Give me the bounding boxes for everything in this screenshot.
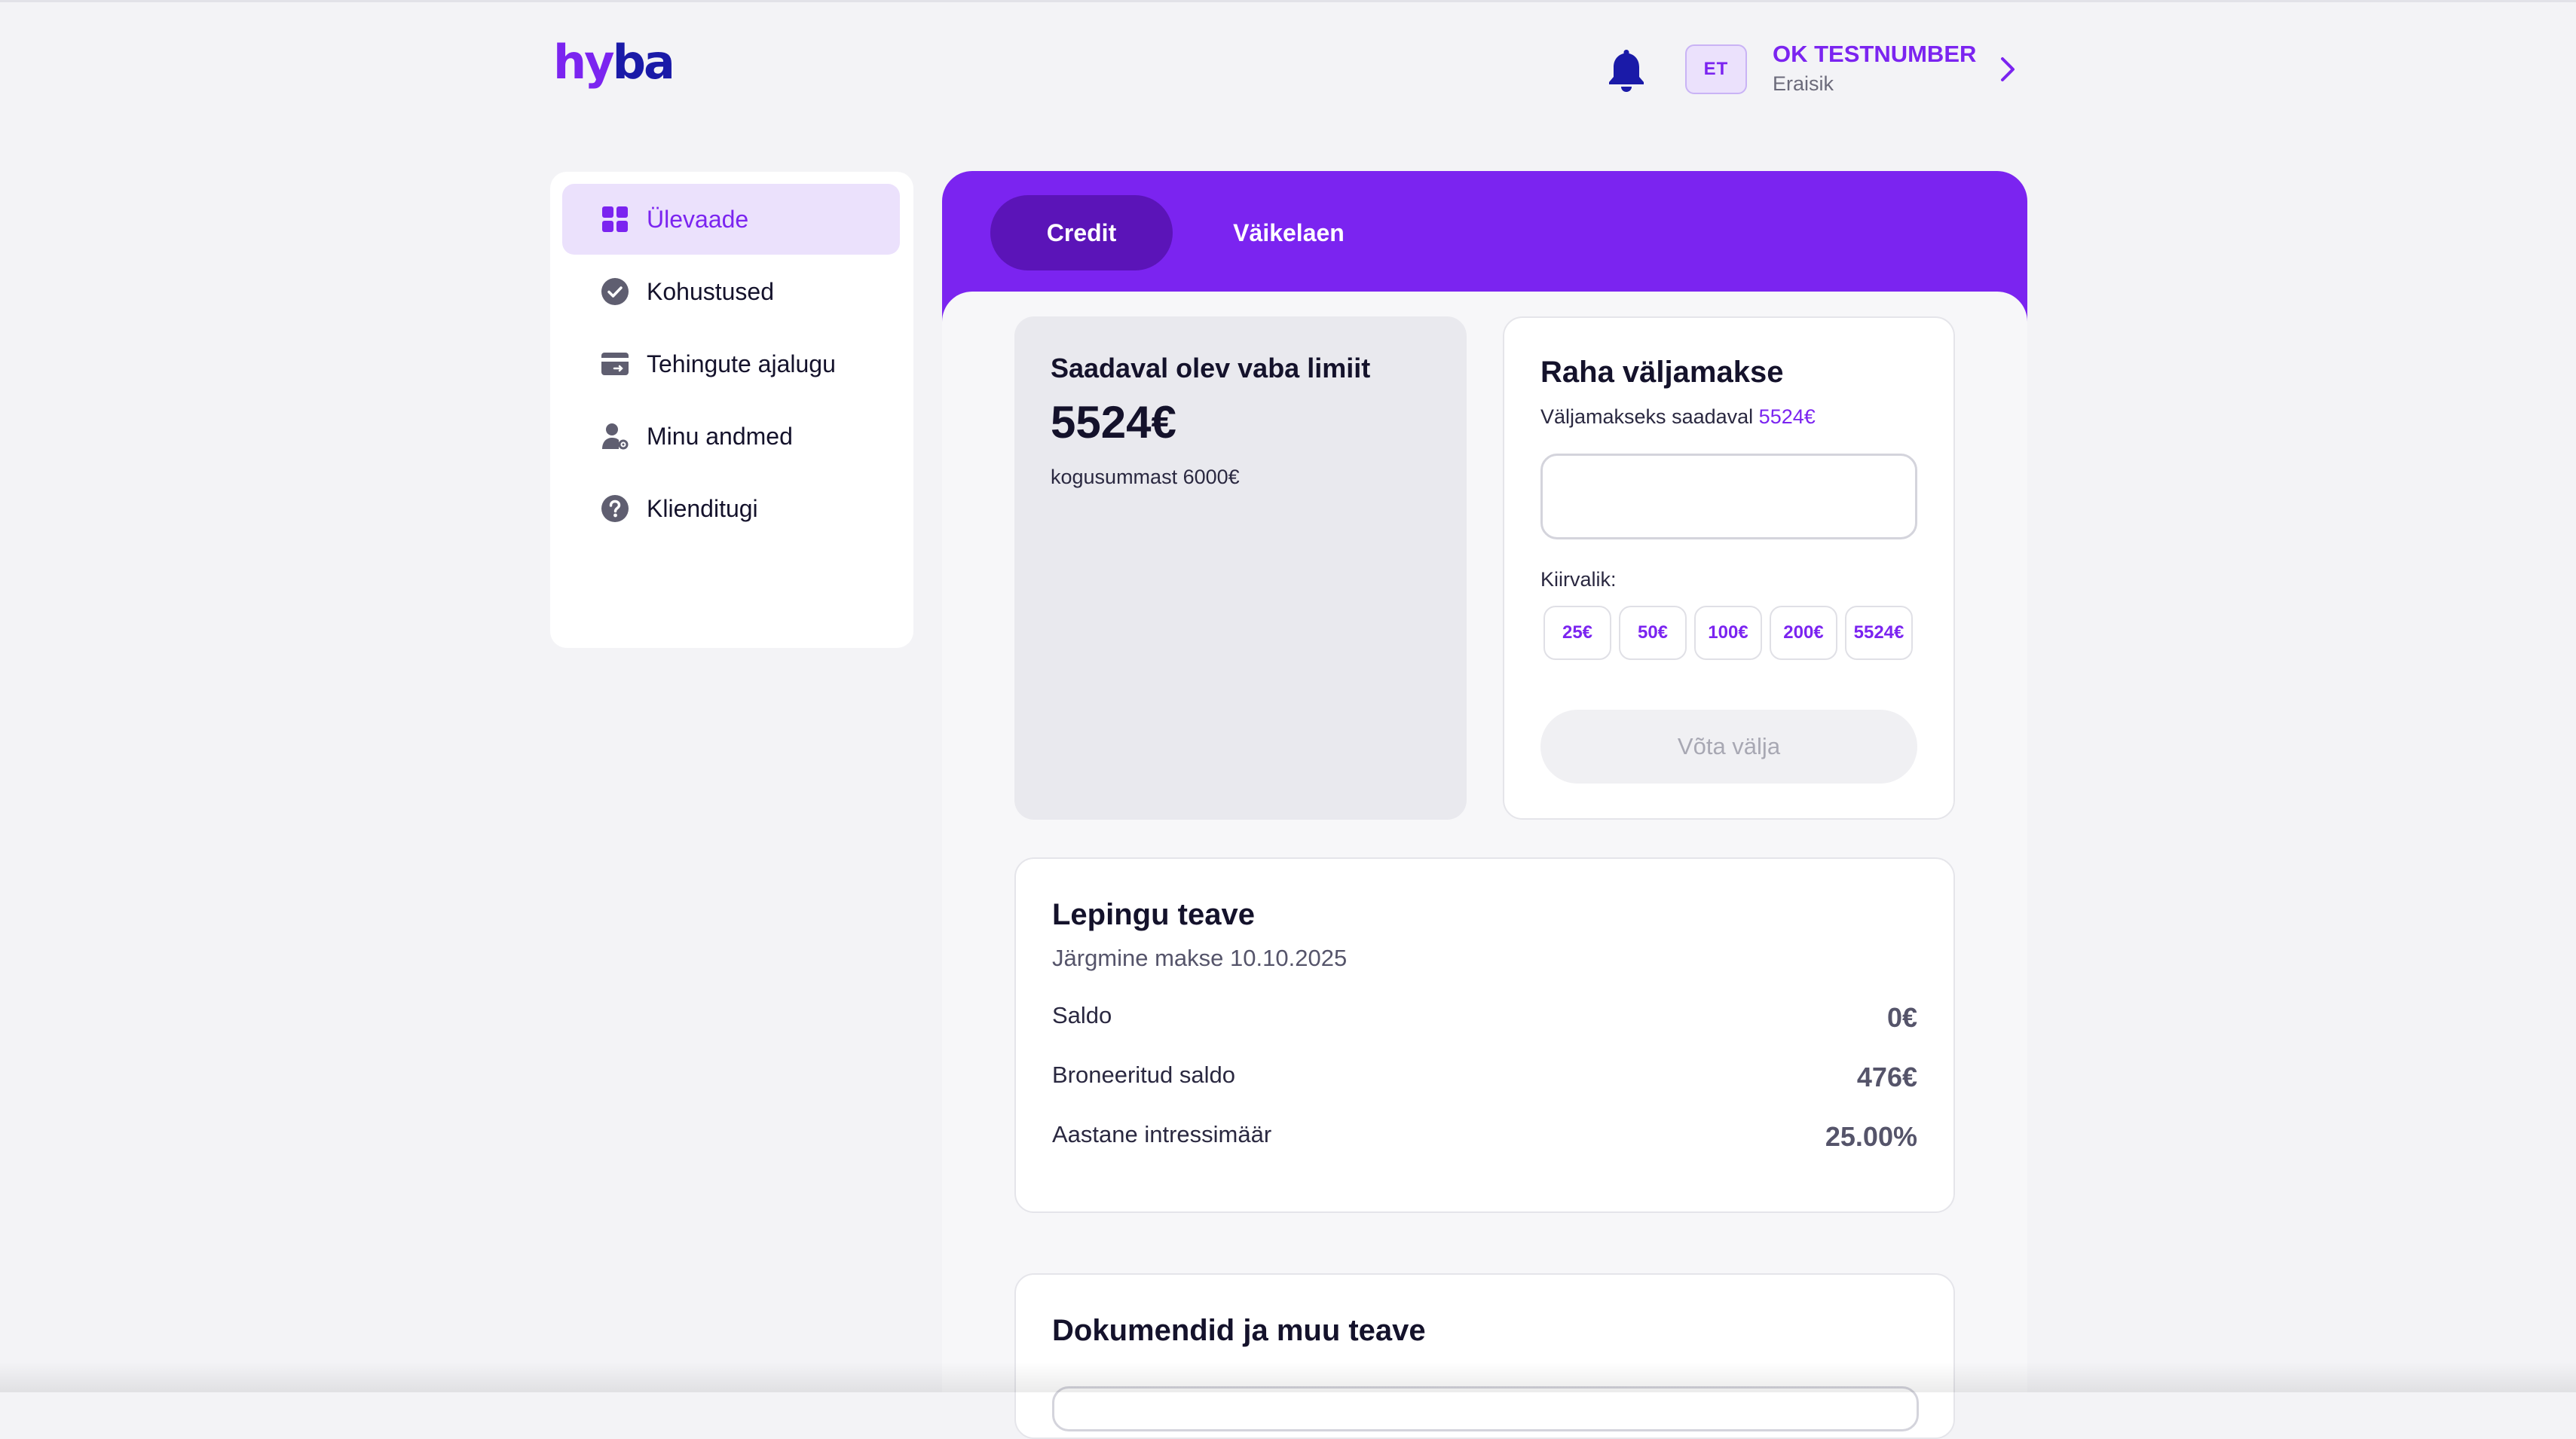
- quick-amount-button[interactable]: 25€: [1543, 606, 1611, 660]
- documents-title: Dokumendid ja muu teave: [1052, 1314, 1426, 1347]
- available-limit-card: Saadaval olev vaba limiit 5524€ kogusumm…: [1014, 316, 1467, 820]
- payout-available: Väljamakseks saadaval 5524€: [1540, 405, 1816, 429]
- sidebar-item-support[interactable]: Klienditugi: [562, 473, 900, 544]
- annual-interest-value: 25.00%: [1825, 1121, 1917, 1152]
- contract-info-card: Lepingu teave Järgmine makse 10.10.2025 …: [1014, 857, 1955, 1213]
- user-name[interactable]: OK TESTNUMBER: [1773, 41, 1976, 68]
- payout-amount-input[interactable]: [1540, 454, 1917, 539]
- quick-amount-button[interactable]: 100€: [1694, 606, 1762, 660]
- user-type: Eraisik: [1773, 72, 1834, 95]
- quick-select-label: Kiirvalik:: [1540, 568, 1617, 591]
- payout-card: Raha väljamakse Väljamakseks saadaval 55…: [1503, 316, 1955, 820]
- quick-amount-button[interactable]: 50€: [1619, 606, 1687, 660]
- sidebar-item-label: Tehingute ajalugu: [647, 350, 836, 377]
- sidebar-item-my-data[interactable]: Minu andmed: [562, 401, 900, 472]
- quick-amount-button[interactable]: 200€: [1770, 606, 1837, 660]
- svg-text:hyba: hyba: [553, 39, 673, 90]
- window-top-border: [0, 0, 2576, 2]
- payout-title: Raha väljamakse: [1540, 356, 1784, 389]
- language-selector[interactable]: ET: [1685, 44, 1747, 94]
- sidebar-item-transactions[interactable]: Tehingute ajalugu: [562, 328, 900, 399]
- user-gear-icon: [600, 421, 630, 451]
- balance-label: Saldo: [1052, 1002, 1112, 1028]
- dashboard-grid-icon: [600, 204, 630, 234]
- sidebar-item-label: Minu andmed: [647, 422, 793, 450]
- sidebar-item-label: Ülevaade: [647, 205, 749, 233]
- next-payment-date: Järgmine makse 10.10.2025: [1052, 945, 1348, 971]
- documents-item[interactable]: [1052, 1386, 1919, 1431]
- payout-available-amount: 5524€: [1758, 405, 1816, 428]
- sidebar-item-overview[interactable]: Ülevaade: [562, 184, 900, 255]
- balance-value: 0€: [1886, 1002, 1917, 1033]
- contract-title: Lepingu teave: [1052, 898, 1255, 931]
- quick-amount-button[interactable]: 5524€: [1845, 606, 1913, 660]
- bell-icon[interactable]: [1605, 47, 1647, 93]
- card-icon: [600, 349, 630, 379]
- hyba-logo[interactable]: hyba: [553, 39, 704, 92]
- limit-amount: 5524€: [1051, 397, 1176, 448]
- payout-available-label: Väljamakseks saadaval: [1540, 405, 1754, 428]
- check-circle-icon: [600, 276, 630, 307]
- limit-title: Saadaval olev vaba limiit: [1051, 353, 1371, 383]
- chevron-right-icon[interactable]: [1997, 54, 2018, 84]
- reserved-balance-value: 476€: [1856, 1062, 1917, 1092]
- help-circle-icon: [600, 493, 630, 524]
- annual-interest-label: Aastane intressimäär: [1052, 1121, 1272, 1147]
- sidebar-item-label: Klienditugi: [647, 494, 758, 522]
- sidebar-item-label: Kohustused: [647, 277, 775, 305]
- reserved-balance-label: Broneeritud saldo: [1052, 1062, 1235, 1088]
- sidebar-item-obligations[interactable]: Kohustused: [562, 256, 900, 327]
- withdraw-button[interactable]: Võta välja: [1540, 710, 1917, 784]
- sidebar: Ülevaade Kohustused Tehingute ajalugu Mi…: [550, 172, 913, 648]
- documents-card: Dokumendid ja muu teave: [1014, 1273, 1955, 1439]
- tab-credit[interactable]: Credit: [990, 195, 1173, 270]
- tab-small-loan[interactable]: Väikelaen: [1198, 195, 1379, 270]
- limit-total: kogusummast 6000€: [1051, 466, 1240, 488]
- quick-select-options: 25€ 50€ 100€ 200€ 5524€: [1543, 606, 1913, 660]
